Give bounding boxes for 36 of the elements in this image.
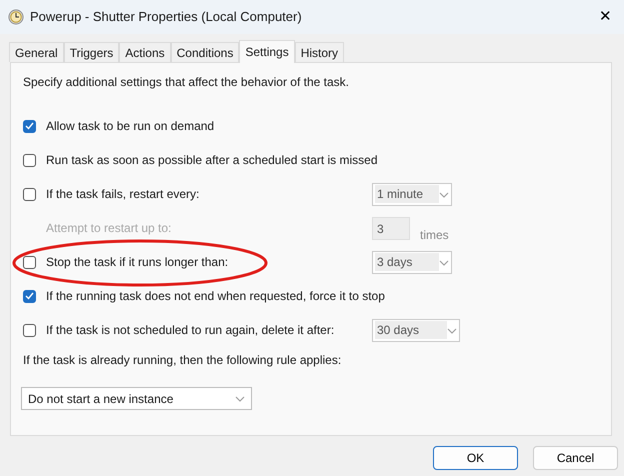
option-label: If the task fails, restart every: [46,186,200,203]
tab[interactable]: Conditions [170,42,240,62]
dropdown: 30 days [372,318,460,342]
checkbox[interactable] [23,256,36,268]
dropdown: 3 days [372,250,452,274]
checkbox[interactable] [23,120,36,132]
tab[interactable]: History [294,42,344,62]
dropdown: 1 minute [372,182,452,206]
cancel-button[interactable]: Cancel [533,446,618,470]
chevron-icon [439,260,449,266]
tab[interactable]: Settings [239,40,295,63]
ok-button[interactable]: OK [433,446,518,470]
tab[interactable]: Actions [119,42,171,62]
checkbox[interactable] [23,154,36,166]
times-label: times [420,226,449,244]
option-label: Run task as soon as possible after a scheduled start is missed [46,152,378,169]
checkbox[interactable] [23,324,36,336]
chevron-icon [447,328,457,334]
number-field: 3 [372,216,410,240]
intro-text: Specify additional settings that affect the behavior of the task. [23,74,350,91]
chevron-icon [235,396,245,402]
option-label: Allow task to be run on demand [46,118,214,135]
rule-label: If the task is already running, then the following rule applies: [23,352,342,369]
option-label: If the task is not scheduled to run again, delete it after: [46,322,334,339]
option-label: Attempt to restart up to: [46,220,172,237]
tab[interactable]: General [9,42,64,62]
clock-icon [8,9,24,25]
checkbox[interactable] [23,188,36,200]
option-label: Stop the task if it runs longer than: [46,254,228,271]
window-title: Powerup - Shutter Properties (Local Computer) [30,8,302,26]
checkbox[interactable] [23,290,36,302]
option-label: If the running task does not end when requested, force it to stop [46,288,385,305]
close-button[interactable]: ✕ [595,6,616,28]
rule-dropdown[interactable]: Do not start a new instance [21,387,252,410]
tab[interactable]: Triggers [64,42,120,62]
chevron-icon [439,192,449,198]
